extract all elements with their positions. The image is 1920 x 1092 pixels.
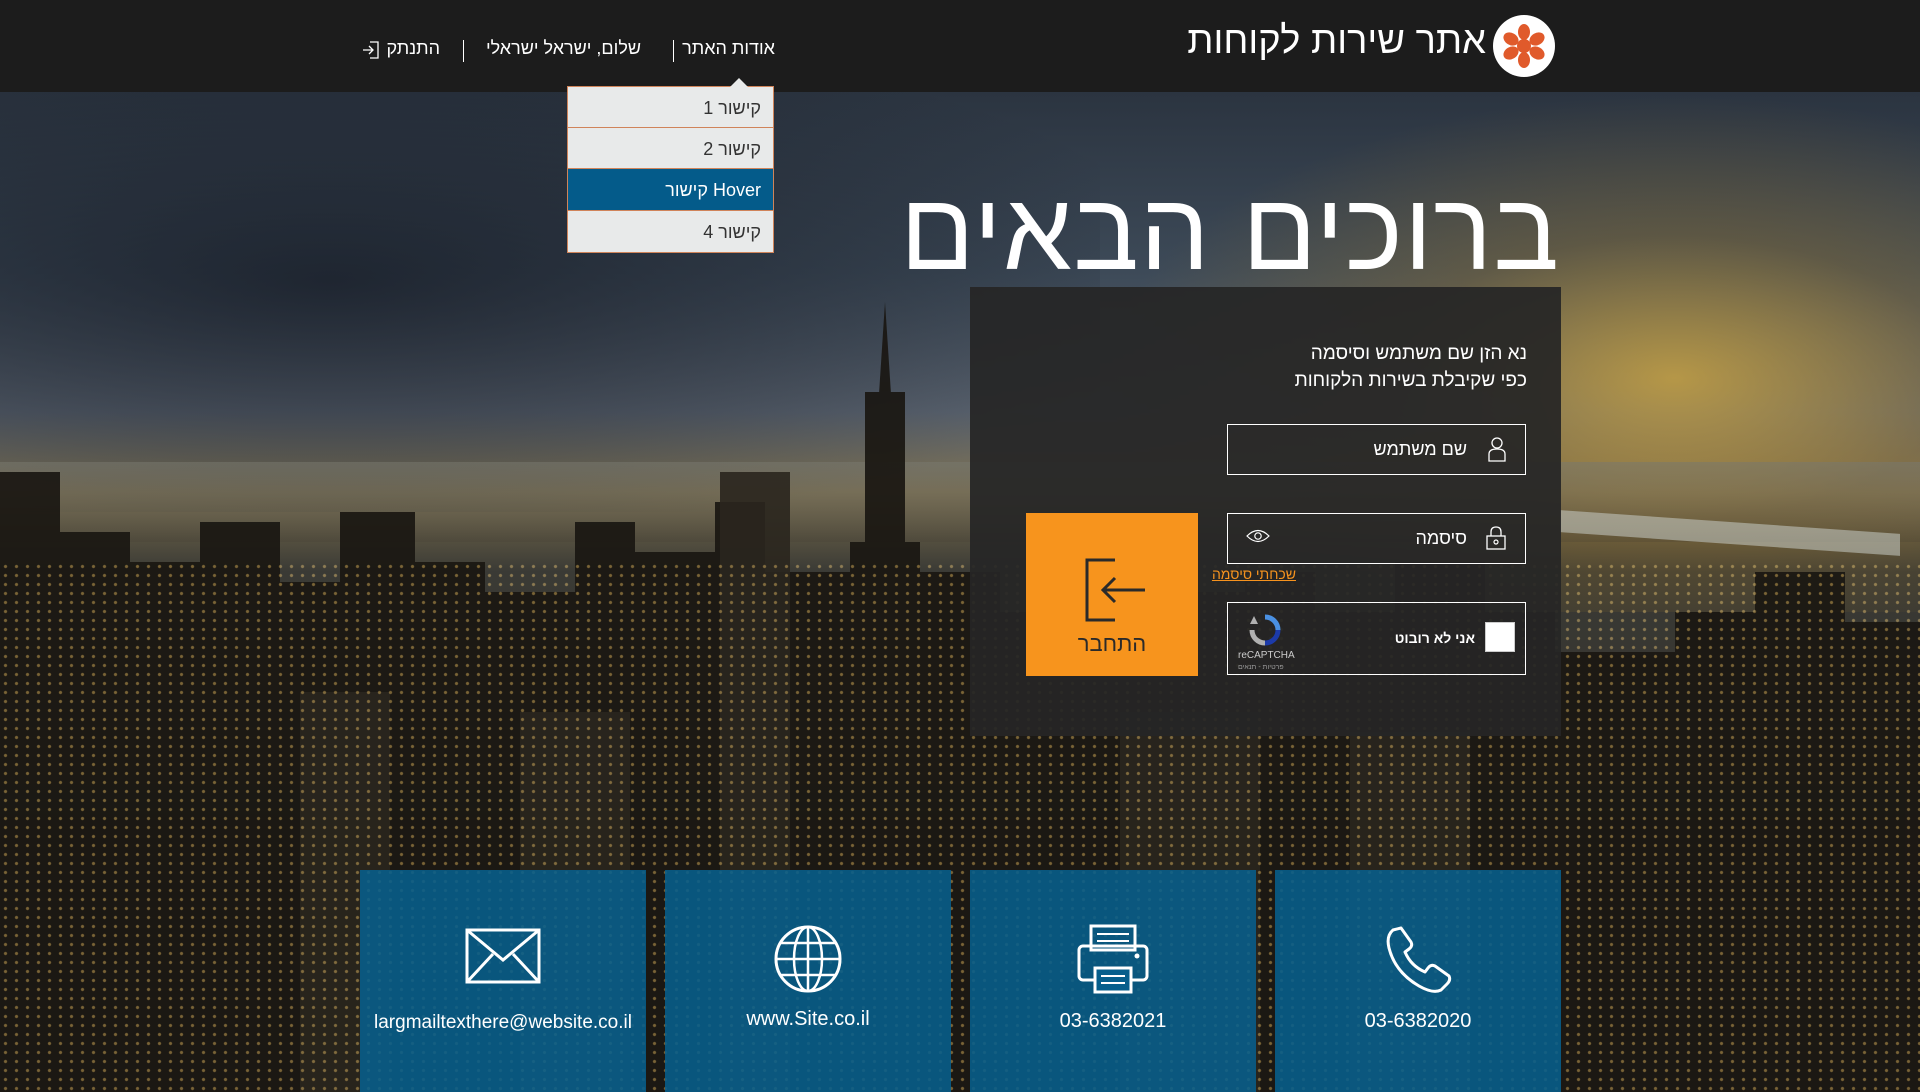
nav-about-link[interactable]: אודות האתר: [682, 38, 775, 59]
fax-icon: [1077, 924, 1149, 994]
logout-link[interactable]: התנתק: [386, 38, 440, 59]
logout-icon[interactable]: [362, 40, 380, 60]
recaptcha-brand: reCAPTCHA: [1238, 650, 1295, 661]
password-input[interactable]: [1287, 526, 1467, 550]
contact-tile-phone[interactable]: 03-6382020: [1275, 870, 1561, 1092]
site-title: אתר שירות לקוחות: [1187, 20, 1486, 62]
globe-icon: [774, 925, 842, 993]
contact-tile-website[interactable]: www.Site.co.il: [665, 870, 951, 1092]
login-enter-icon: [1085, 558, 1145, 622]
top-header: אתר שירות לקוחות אודות האתר שלום, ישראל …: [0, 0, 1920, 92]
recaptcha-logo-icon: [1249, 614, 1281, 646]
dropdown-item-link-1[interactable]: קישור 1: [568, 87, 773, 128]
username-input[interactable]: [1287, 437, 1467, 461]
login-panel: נא הזן שם משתמש וסיסמה כפי שקיבלת בשירות…: [970, 287, 1561, 736]
about-dropdown-menu: קישור 1 קישור 2 Hover קישור קישור 4: [567, 78, 774, 253]
logo[interactable]: [1493, 15, 1555, 77]
dropdown-item-link-4[interactable]: קישור 4: [568, 211, 773, 252]
contact-email-text[interactable]: largmailtexthere@website.co.il: [360, 1012, 646, 1034]
contact-website-text[interactable]: www.Site.co.il: [665, 1008, 951, 1031]
asterisk-logo-icon: [1503, 24, 1545, 68]
login-button-label: התחבר: [1077, 631, 1147, 656]
password-field[interactable]: [1227, 513, 1526, 564]
recaptcha-widget[interactable]: אני לא רובוט reCAPTCHA פרטיות - תנאים: [1227, 602, 1526, 675]
mail-icon: [465, 928, 541, 984]
welcome-heading: ברוכים הבאים: [900, 170, 1560, 293]
recaptcha-label: אני לא רובוט: [1394, 630, 1475, 646]
recaptcha-terms[interactable]: פרטיות - תנאים: [1238, 664, 1284, 671]
show-password-eye-icon[interactable]: [1246, 528, 1270, 544]
login-button[interactable]: התחבר: [1026, 513, 1198, 676]
recaptcha-checkbox[interactable]: [1485, 622, 1515, 652]
instructions-line-1: נא הזן שם משתמש וסיסמה: [1310, 343, 1527, 364]
instructions-line-2: כפי שקיבלת בשירות הלקוחות: [1294, 370, 1527, 391]
dropdown-caret: [730, 78, 748, 87]
dropdown-item-link-3[interactable]: Hover קישור: [568, 169, 773, 211]
contact-tile-fax[interactable]: 03-6382021: [970, 870, 1256, 1092]
forgot-password-link[interactable]: שכחתי סיסמה: [1212, 566, 1296, 582]
contact-tile-email[interactable]: largmailtexthere@website.co.il: [360, 870, 646, 1092]
username-field[interactable]: [1227, 424, 1526, 475]
contact-phone-text: 03-6382020: [1364, 1010, 1472, 1032]
login-instructions: נא הזן שם משתמש וסיסמה כפי שקיבלת בשירות…: [1295, 340, 1527, 394]
contact-fax-text: 03-6382021: [1059, 1010, 1167, 1032]
phone-icon: [1386, 926, 1452, 993]
nav-divider: [673, 40, 674, 62]
user-icon: [1488, 437, 1506, 462]
dropdown-item-link-2[interactable]: קישור 2: [568, 128, 773, 169]
lock-icon: [1486, 526, 1506, 550]
user-greeting: שלום, ישראל ישראלי: [485, 38, 641, 58]
nav-divider: [463, 40, 464, 62]
